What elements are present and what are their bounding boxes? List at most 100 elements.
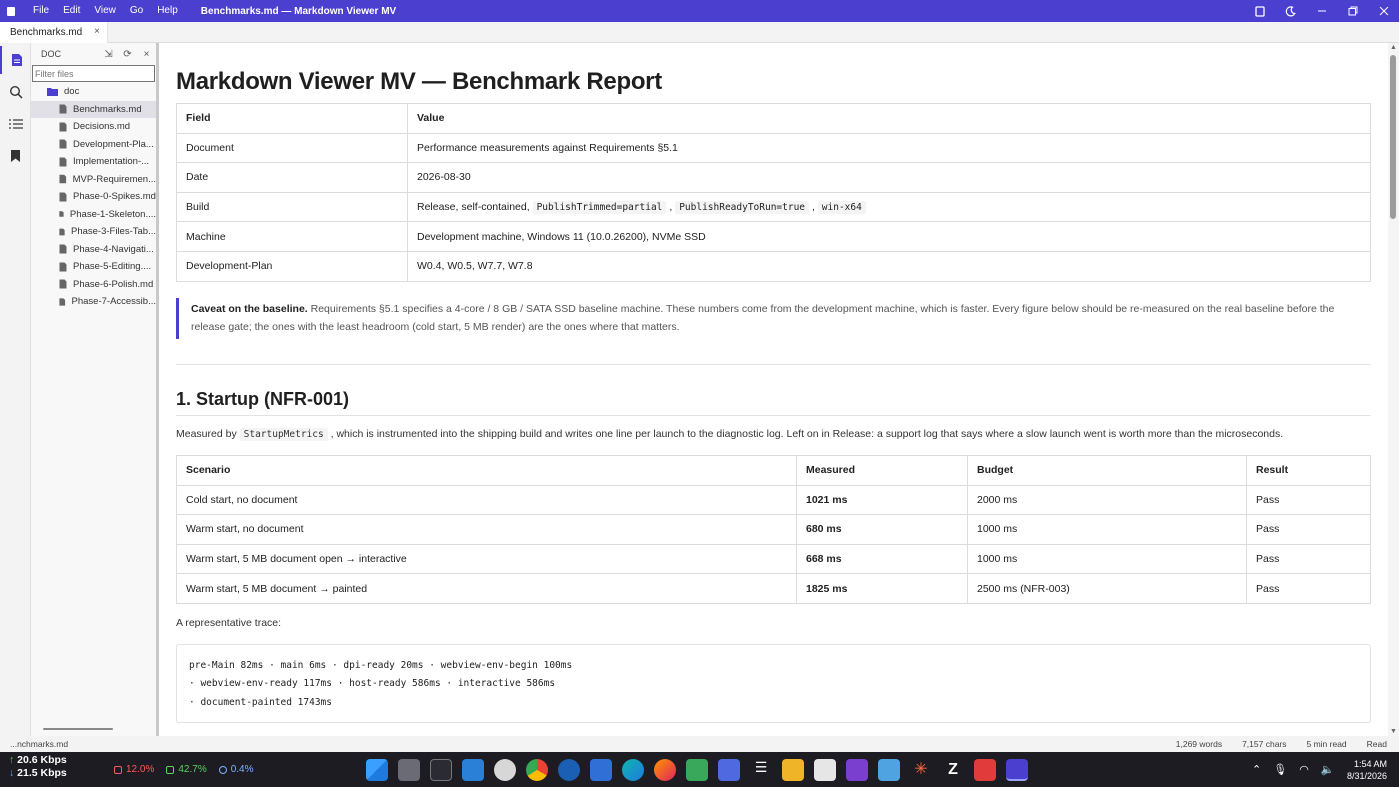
cell-measured: 680 ms [796, 514, 968, 545]
firefox-icon[interactable] [654, 758, 676, 781]
sidebar-h-scrollbar[interactable] [43, 728, 113, 730]
app-icon [0, 0, 22, 22]
tray-expand-icon[interactable]: ⌃ [1252, 763, 1261, 776]
pdf-app-icon[interactable] [974, 758, 996, 781]
zed-icon[interactable]: Z [942, 759, 964, 781]
explorer-title: DOC [41, 49, 61, 59]
file-icon [59, 262, 67, 272]
edge-icon[interactable] [622, 758, 644, 781]
store-icon[interactable] [814, 758, 836, 781]
minimize-icon[interactable] [1306, 0, 1337, 22]
close-panel-icon[interactable]: × [137, 49, 156, 60]
cell-budget: 2000 ms [967, 484, 1247, 516]
cell-measured: 1825 ms [796, 573, 968, 604]
task-view-icon[interactable] [398, 758, 420, 781]
markdown-viewer-taskbar-icon[interactable] [1006, 758, 1028, 781]
file-item[interactable]: Phase-5-Editing.... [31, 258, 156, 276]
wifi-app-icon[interactable]: ☰ [750, 759, 772, 781]
file-item[interactable]: Phase-6-Polish.md [31, 276, 156, 294]
spark-icon[interactable]: ✳ [910, 759, 932, 781]
meta-value: W0.4, W0.5, W7.7, W7.8 [407, 250, 1371, 282]
layout-icon[interactable] [1244, 0, 1275, 22]
filter-files-input[interactable] [32, 65, 155, 82]
activity-bar [0, 43, 31, 736]
remote-desktop-icon[interactable] [718, 758, 740, 781]
menu-go[interactable]: Go [123, 0, 150, 22]
start-icon[interactable] [366, 758, 388, 781]
file-icon [59, 192, 67, 202]
tab-benchmarks[interactable]: Benchmarks.md × [0, 22, 108, 43]
theme-moon-icon[interactable] [1275, 0, 1306, 22]
camera-app-icon[interactable] [558, 758, 580, 781]
file-item[interactable]: Decisions.md [31, 118, 156, 136]
restore-icon[interactable] [1337, 0, 1368, 22]
perf-monitor: 12.0% 42.7% 0.4% [114, 752, 266, 787]
outline-list-icon[interactable] [0, 110, 31, 138]
tab-label: Benchmarks.md [10, 27, 83, 38]
scroll-down-icon[interactable]: ▼ [1388, 728, 1399, 735]
scroll-thumb[interactable] [1390, 55, 1396, 219]
menu-view[interactable]: View [87, 0, 123, 22]
volume-icon[interactable]: 🔈 [1321, 763, 1335, 776]
document-scrollbar[interactable]: ▲ ▼ [1388, 43, 1399, 736]
file-item[interactable]: Phase-4-Navigati... [31, 241, 156, 259]
file-item[interactable]: Implementation-... [31, 153, 156, 171]
app-blue-icon[interactable] [590, 758, 612, 781]
status-chars: 7,157 chars [1242, 739, 1287, 749]
meta-header-field: Field [176, 103, 408, 134]
code-line: pre-Main 82ms · main 6ms · dpi-ready 20m… [189, 660, 573, 671]
net-up: 21.5 Kbps [17, 767, 67, 779]
scroll-up-icon[interactable]: ▲ [1388, 44, 1399, 51]
folder-doc[interactable]: doc [31, 83, 156, 101]
vscode-icon[interactable] [462, 758, 484, 781]
file-item[interactable]: Benchmarks.md [31, 100, 156, 118]
meta-field: Document [176, 132, 408, 164]
window-title: Benchmarks.md — Markdown Viewer MV [200, 5, 397, 17]
system-clock[interactable]: 1:54 AM 8/31/2026 [1347, 758, 1387, 782]
status-mode[interactable]: Read [1367, 739, 1387, 749]
table-row: Build Release, self-contained, PublishTr… [176, 191, 1371, 223]
refresh-icon[interactable]: ⟳ [118, 49, 137, 60]
menu-edit[interactable]: Edit [56, 0, 87, 22]
table-row: Warm start, 5 MB document → painted 1825… [176, 573, 1371, 604]
file-item[interactable]: Phase-1-Skeleton.... [31, 206, 156, 224]
cpu-usage: 12.0% [126, 764, 155, 775]
file-item[interactable]: Phase-0-Spikes.md [31, 188, 156, 206]
file-item[interactable]: Phase-3-Files-Tab... [31, 223, 156, 241]
file-item[interactable]: Development-Pla... [31, 136, 156, 154]
file-label: Decisions.md [73, 121, 131, 133]
file-explorer-icon[interactable] [782, 758, 804, 781]
notepad-icon[interactable] [686, 758, 708, 781]
menu-file[interactable]: File [26, 0, 56, 22]
trace-intro: A representative trace: [176, 617, 282, 629]
status-bar: ...nchmarks.md 1,269 words 7,157 chars 5… [0, 736, 1399, 752]
os-taskbar: ↑ 20.6 Kbps ↓ 21.5 Kbps 12.0% 42.7% 0.4%… [0, 752, 1399, 787]
tab-close-icon[interactable]: × [94, 26, 100, 37]
explorer-icon[interactable] [0, 46, 31, 74]
col-measured: Measured [796, 455, 968, 486]
table-row: Warm start, 5 MB document open → interac… [176, 543, 1371, 575]
wifi-icon[interactable]: ◠ [1299, 763, 1309, 776]
visual-studio-icon[interactable] [846, 758, 868, 781]
photos-icon[interactable] [878, 758, 900, 781]
meta-value: 2026-08-30 [407, 162, 1371, 193]
cell-result: Pass [1246, 543, 1371, 575]
terminal-icon[interactable] [430, 758, 452, 781]
chrome-icon[interactable] [526, 758, 548, 781]
clock-app-icon[interactable] [494, 758, 516, 781]
build-prefix: Release, self-contained, [417, 201, 533, 214]
meta-field: Machine [176, 221, 408, 252]
collapse-all-icon[interactable]: ⇲ [99, 49, 118, 60]
close-window-icon[interactable] [1368, 0, 1399, 22]
file-label: Phase-5-Editing.... [73, 261, 152, 273]
menu-help[interactable]: Help [150, 0, 185, 22]
file-icon [59, 211, 64, 218]
microphone-icon[interactable]: 🎙 [1273, 763, 1287, 776]
file-item[interactable]: MVP-Requiremen... [31, 171, 156, 189]
status-words: 1,269 words [1175, 739, 1223, 749]
file-item[interactable]: Phase-7-Accessib... [31, 293, 156, 311]
bookmark-icon[interactable] [0, 142, 31, 170]
gpu-usage: 0.4% [230, 764, 254, 775]
cell-measured: 1021 ms [796, 484, 968, 516]
search-icon[interactable] [0, 78, 31, 106]
